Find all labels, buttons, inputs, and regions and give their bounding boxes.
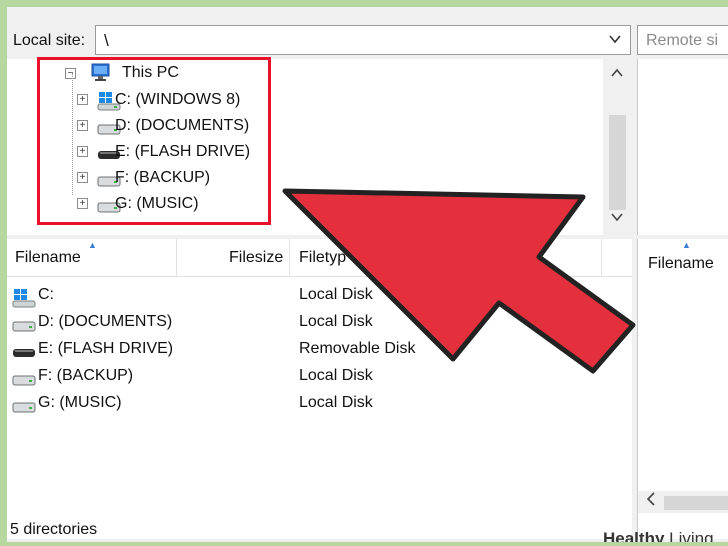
ftp-client-window: Local site: \ Remote si − This PC + C: (…	[7, 7, 728, 542]
red-pointer-arrow-icon	[282, 188, 636, 374]
watermark-brand: Healthy	[603, 529, 665, 542]
watermark: Healthy Living	[603, 529, 714, 542]
watermark-rest: Living	[664, 529, 714, 542]
